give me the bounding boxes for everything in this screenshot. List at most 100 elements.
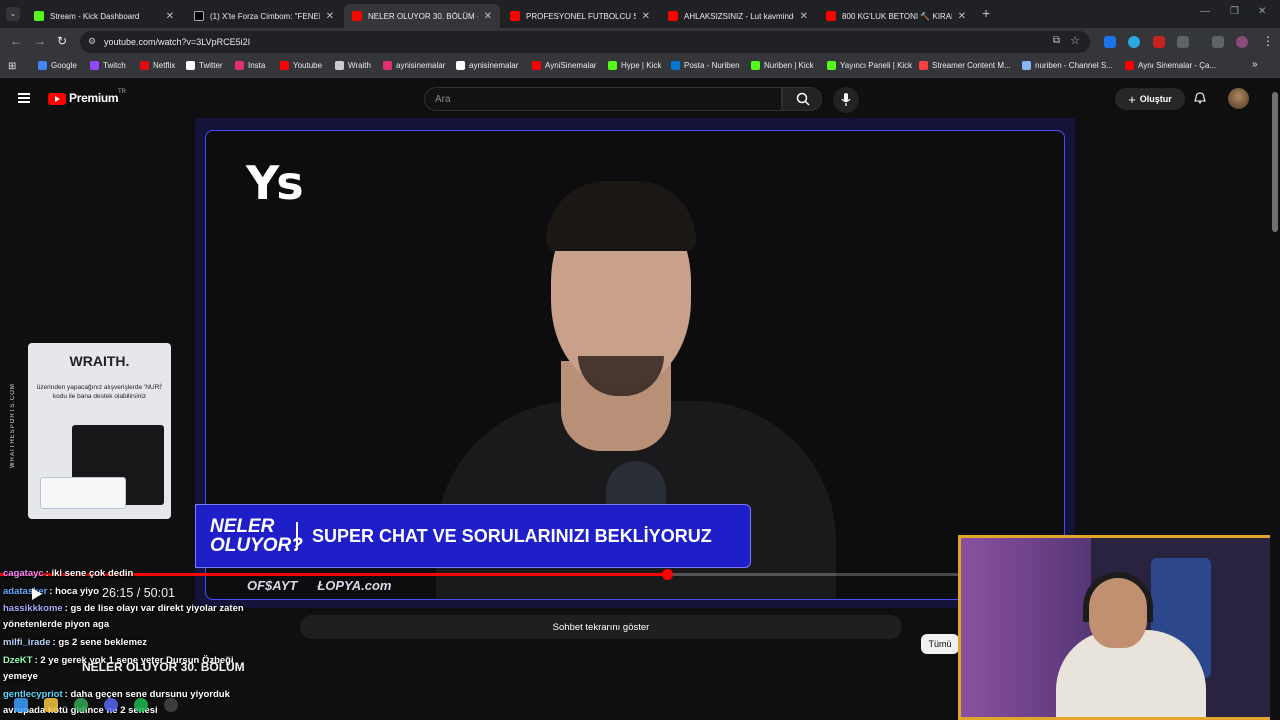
bookmark-item[interactable]: Yayıncı Paneli | Kick: [827, 61, 912, 70]
chat-message: hassikkkome: gs de lise olayı var direkt…: [3, 603, 244, 614]
bookmark-favicon-icon: [335, 61, 344, 70]
browser-tab[interactable]: Stream - Kick Dashboard ✕: [26, 4, 182, 28]
time-display: 26:15 / 50:01: [102, 586, 175, 600]
youtube-icon: [826, 11, 836, 21]
filter-chip-all[interactable]: Tümü: [921, 634, 959, 654]
back-icon[interactable]: ←: [10, 34, 22, 48]
bookmark-favicon-icon: [751, 61, 760, 70]
bookmark-item[interactable]: nuriben - Channel S...: [1022, 61, 1113, 70]
close-tab-icon[interactable]: ✕: [642, 11, 650, 22]
chrome-icon[interactable]: [74, 698, 88, 712]
bookmark-favicon-icon: [456, 61, 465, 70]
bookmark-star-icon[interactable]: ☆: [1070, 34, 1080, 47]
close-tab-icon[interactable]: ✕: [166, 11, 174, 22]
close-tab-icon[interactable]: ✕: [484, 11, 492, 22]
bookmark-item[interactable]: Twitter: [186, 61, 223, 70]
extension-red-icon[interactable]: [1153, 36, 1165, 48]
region-code: TR: [118, 89, 126, 95]
tab-search-icon[interactable]: ⌄: [6, 7, 20, 21]
page-scrollbar[interactable]: [1270, 78, 1280, 720]
bookmark-label: Netflix: [153, 61, 176, 70]
browser-tab[interactable]: (1) X'te Forza Cimbom: "FENER... ✕: [186, 4, 342, 28]
bookmark-label: AyniSinemalar: [545, 61, 597, 70]
bookmark-item[interactable]: Wraith: [335, 61, 371, 70]
forward-icon[interactable]: →: [34, 34, 46, 48]
notifications-bell-icon[interactable]: [1194, 92, 1206, 104]
bookmark-label: Twitch: [103, 61, 126, 70]
new-tab-button[interactable]: +: [982, 5, 990, 21]
video-player[interactable]: Ys NELER OLUYOR? SUPER CHAT VE SORULARIN…: [195, 118, 1075, 608]
bookmark-item[interactable]: Hype | Kick: [608, 61, 661, 70]
close-tab-icon[interactable]: ✕: [326, 11, 334, 22]
bookmark-item[interactable]: AyniSinemalar: [532, 61, 596, 70]
close-tab-icon[interactable]: ✕: [800, 11, 808, 22]
file-explorer-icon[interactable]: [44, 698, 58, 712]
banner-divider: [296, 522, 298, 550]
show-chat-replay-button[interactable]: Sohbet tekrarını göster: [300, 615, 902, 639]
address-bar[interactable]: ⚙ youtube.com/watch?v=3LVpRCE5i2I ⧉ ☆: [80, 31, 1090, 53]
extension-globe-icon[interactable]: [1128, 36, 1140, 48]
voice-search-button[interactable]: [833, 87, 859, 113]
bookmark-item[interactable]: aynisinemalar: [383, 61, 445, 70]
browser-tab[interactable]: AHLAKSIZSINIZ - Lut kavminde... ✕: [660, 4, 816, 28]
search-input[interactable]: Ara: [424, 87, 782, 111]
browser-tab[interactable]: 800 KG'LUK BETONI 🔨 KIRAR... ✕: [818, 4, 974, 28]
bookmark-item[interactable]: Youtube: [280, 61, 322, 70]
chat-message: yönetenlerde piyon aga: [3, 619, 109, 630]
extension-shield-icon[interactable]: [1104, 36, 1116, 48]
bookmark-item[interactable]: Nuriben | Kick: [751, 61, 814, 70]
youtube-premium-logo[interactable]: Premium: [69, 91, 119, 105]
video-title: NELER OLUYOR 30. BÖLÜM: [82, 660, 245, 674]
profile-icon[interactable]: [1236, 36, 1248, 48]
bookmark-item[interactable]: Aynı Sinemalar - Ça...: [1125, 61, 1216, 70]
search-button[interactable]: [782, 87, 822, 111]
channel-logo: Ys: [246, 156, 304, 210]
scrollbar-thumb[interactable]: [1272, 92, 1278, 232]
browser-menu-icon[interactable]: ⋮: [1262, 34, 1274, 48]
close-window-icon[interactable]: ✕: [1258, 6, 1266, 17]
minimize-icon[interactable]: —: [1200, 6, 1210, 17]
bookmark-item[interactable]: Posta - Nuriben: [671, 61, 740, 70]
close-tab-icon[interactable]: ✕: [958, 11, 966, 22]
windows-icon[interactable]: [14, 698, 28, 712]
bookmark-favicon-icon: [1125, 61, 1134, 70]
avatar[interactable]: [1228, 88, 1249, 109]
obs-icon[interactable]: [164, 698, 178, 712]
bookmark-item[interactable]: Twitch: [90, 61, 126, 70]
bookmark-item[interactable]: Netflix: [140, 61, 175, 70]
spotify-icon[interactable]: [134, 698, 148, 712]
restore-icon[interactable]: ❐: [1230, 6, 1239, 17]
browser-tab-active[interactable]: NELER OLUYOR 30. BÖLÜM - Y... ✕: [344, 4, 500, 28]
bookmark-item[interactable]: Insta: [235, 61, 265, 70]
extensions-puzzle-icon[interactable]: [1177, 36, 1189, 48]
browser-tab[interactable]: PROFESYONEL FUTBOLCU SEN... ✕: [502, 4, 658, 28]
youtube-icon: [510, 11, 520, 21]
chat-text: : iki sene çok dedin: [45, 568, 134, 579]
chat-text: yemeye: [3, 671, 38, 682]
chat-username: hassikkkome: [3, 603, 63, 614]
discord-icon[interactable]: [104, 698, 118, 712]
play-icon[interactable]: [32, 588, 42, 600]
bookmark-item[interactable]: Google: [38, 61, 77, 70]
seek-knob[interactable]: [662, 569, 673, 580]
create-button[interactable]: + Oluştur: [1115, 88, 1185, 110]
bookmark-favicon-icon: [383, 61, 392, 70]
bookmark-favicon-icon: [532, 61, 541, 70]
install-icon[interactable]: ⧉: [1053, 35, 1060, 46]
apps-grid-icon[interactable]: ⊞: [8, 61, 16, 72]
media-controls-icon[interactable]: [1212, 36, 1224, 48]
site-info-icon[interactable]: ⚙: [88, 36, 96, 47]
youtube-logo-icon[interactable]: [48, 93, 66, 105]
bookmarks-overflow-icon[interactable]: »: [1252, 59, 1258, 70]
x-icon: [194, 11, 204, 21]
hamburger-menu-icon[interactable]: [18, 93, 30, 103]
kick-icon: [34, 11, 44, 21]
browser-toolbar: ← → ↻ ⚙ youtube.com/watch?v=3LVpRCE5i2I …: [0, 28, 1280, 56]
create-label: Oluştur: [1139, 94, 1172, 104]
reload-icon[interactable]: ↻: [57, 34, 67, 48]
bookmark-item[interactable]: Streamer Content M...: [919, 61, 1011, 70]
bookmark-item[interactable]: aynisinemalar: [456, 61, 518, 70]
bookmark-label: Youtube: [293, 61, 323, 70]
bookmark-favicon-icon: [671, 61, 680, 70]
headset-icon: [1083, 572, 1153, 622]
